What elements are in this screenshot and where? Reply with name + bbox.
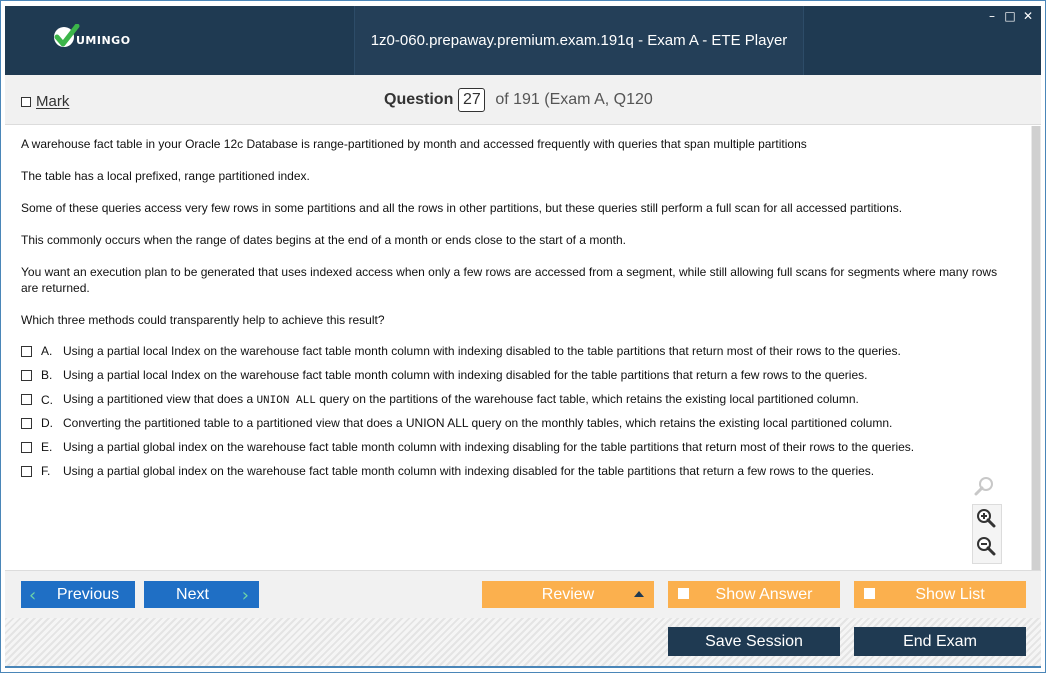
option-checkbox[interactable] xyxy=(21,465,32,477)
option-text: Using a partial global index on the ware… xyxy=(63,440,915,454)
option-text: Using a partitioned view that does a UNI… xyxy=(63,392,859,407)
show-answer-checkbox[interactable] xyxy=(678,588,689,599)
chevron-right-icon: › xyxy=(241,585,249,606)
footer-bar: Save Session End Exam xyxy=(5,618,1041,666)
question-prompt: Which three methods could transparently … xyxy=(21,313,385,327)
question-label: Question xyxy=(384,91,454,108)
content-scrollbar[interactable] xyxy=(1031,126,1041,570)
option-checkbox[interactable] xyxy=(21,369,32,381)
option-checkbox[interactable] xyxy=(21,394,32,405)
question-navigator: Question 27 of 191 (Exam A, Q120 xyxy=(384,88,653,112)
save-session-button[interactable]: Save Session xyxy=(668,627,840,656)
question-number-input[interactable]: 27 xyxy=(458,88,486,112)
option-letter: B. xyxy=(41,368,53,382)
zoom-in-icon[interactable] xyxy=(974,506,998,530)
show-list-button[interactable]: Show List xyxy=(854,581,1026,608)
close-icon[interactable]: ✕ xyxy=(1021,10,1035,22)
next-label: Next xyxy=(176,585,209,603)
previous-button[interactable]: ‹ Previous xyxy=(21,581,135,608)
window-title: 1z0-060.prepaway.premium.exam.191q - Exa… xyxy=(354,6,804,75)
footer-border xyxy=(5,666,1041,668)
scrollbar-thumb[interactable] xyxy=(1032,126,1040,570)
question-count: of 191 (Exam A, Q120 xyxy=(495,91,653,108)
option-letter: D. xyxy=(41,416,53,430)
navigation-bar: ‹ Previous Next › Review Show Answer Sho… xyxy=(5,570,1041,618)
mark-checkbox[interactable]: Mark xyxy=(21,93,69,110)
chevron-left-icon: ‹ xyxy=(29,585,37,606)
option-text: Using a partial local Index on the wareh… xyxy=(63,368,868,382)
question-bar: Mark Question 27 of 191 (Exam A, Q120 xyxy=(5,75,1041,125)
option-checkbox[interactable] xyxy=(21,345,32,357)
option-letter: E. xyxy=(41,440,53,454)
option-letter: C. xyxy=(41,392,53,407)
option-text: Using a partial local Index on the wareh… xyxy=(63,344,901,358)
maximize-icon[interactable]: □ xyxy=(1003,10,1017,22)
option-text: Converting the partitioned table to a pa… xyxy=(63,416,893,430)
mark-label: Mark xyxy=(36,93,70,110)
show-answer-label: Show Answer xyxy=(715,585,813,603)
caret-up-icon xyxy=(634,591,644,597)
question-paragraph: Some of these queries access very few ro… xyxy=(21,201,903,215)
end-exam-button[interactable]: End Exam xyxy=(854,627,1026,656)
option-text-after: query on the partitions of the warehouse… xyxy=(315,392,859,406)
question-paragraph: This commonly occurs when the range of d… xyxy=(21,233,627,247)
option-checkbox[interactable] xyxy=(21,417,32,429)
answer-option-b[interactable]: B. Using a partial local Index on the wa… xyxy=(21,368,867,382)
zoom-reset-icon[interactable] xyxy=(972,474,996,498)
answer-option-d[interactable]: D. Converting the partitioned table to a… xyxy=(21,416,892,430)
answer-option-c[interactable]: C. Using a partitioned view that does a … xyxy=(21,392,859,407)
option-letter: A. xyxy=(41,344,53,358)
question-paragraph: A warehouse fact table in your Oracle 12… xyxy=(21,137,807,151)
show-list-checkbox[interactable] xyxy=(864,588,875,599)
answer-option-f[interactable]: F. Using a partial global index on the w… xyxy=(21,464,874,478)
answer-option-e[interactable]: E. Using a partial global index on the w… xyxy=(21,440,914,454)
option-checkbox[interactable] xyxy=(21,441,32,453)
zoom-out-icon[interactable] xyxy=(974,534,998,558)
next-button[interactable]: Next › xyxy=(144,581,259,608)
previous-label: Previous xyxy=(56,585,120,603)
answer-option-a[interactable]: A. Using a partial local Index on the wa… xyxy=(21,344,901,358)
option-code: UNION ALL xyxy=(256,395,316,407)
review-button[interactable]: Review xyxy=(482,581,654,608)
review-label: Review xyxy=(541,585,595,603)
question-paragraph: You want an execution plan to be generat… xyxy=(21,265,998,295)
option-text: Using a partial global index on the ware… xyxy=(63,464,875,478)
mark-checkbox-box[interactable] xyxy=(21,96,31,107)
title-bar: UMINGO 1z0-060.prepaway.premium.exam.191… xyxy=(5,6,1041,75)
show-answer-button[interactable]: Show Answer xyxy=(668,581,840,608)
option-letter: F. xyxy=(41,464,51,478)
option-text-before: Using a partitioned view that does a xyxy=(63,392,257,406)
logo-text: UMINGO xyxy=(76,33,131,47)
show-list-label: Show List xyxy=(915,585,985,603)
question-content: A warehouse fact table in your Oracle 12… xyxy=(5,126,1031,570)
question-paragraph: The table has a local prefixed, range pa… xyxy=(21,169,310,183)
window-controls: – □ ✕ xyxy=(985,10,1035,22)
minimize-icon[interactable]: – xyxy=(985,10,999,22)
app-logo: UMINGO xyxy=(52,24,131,50)
